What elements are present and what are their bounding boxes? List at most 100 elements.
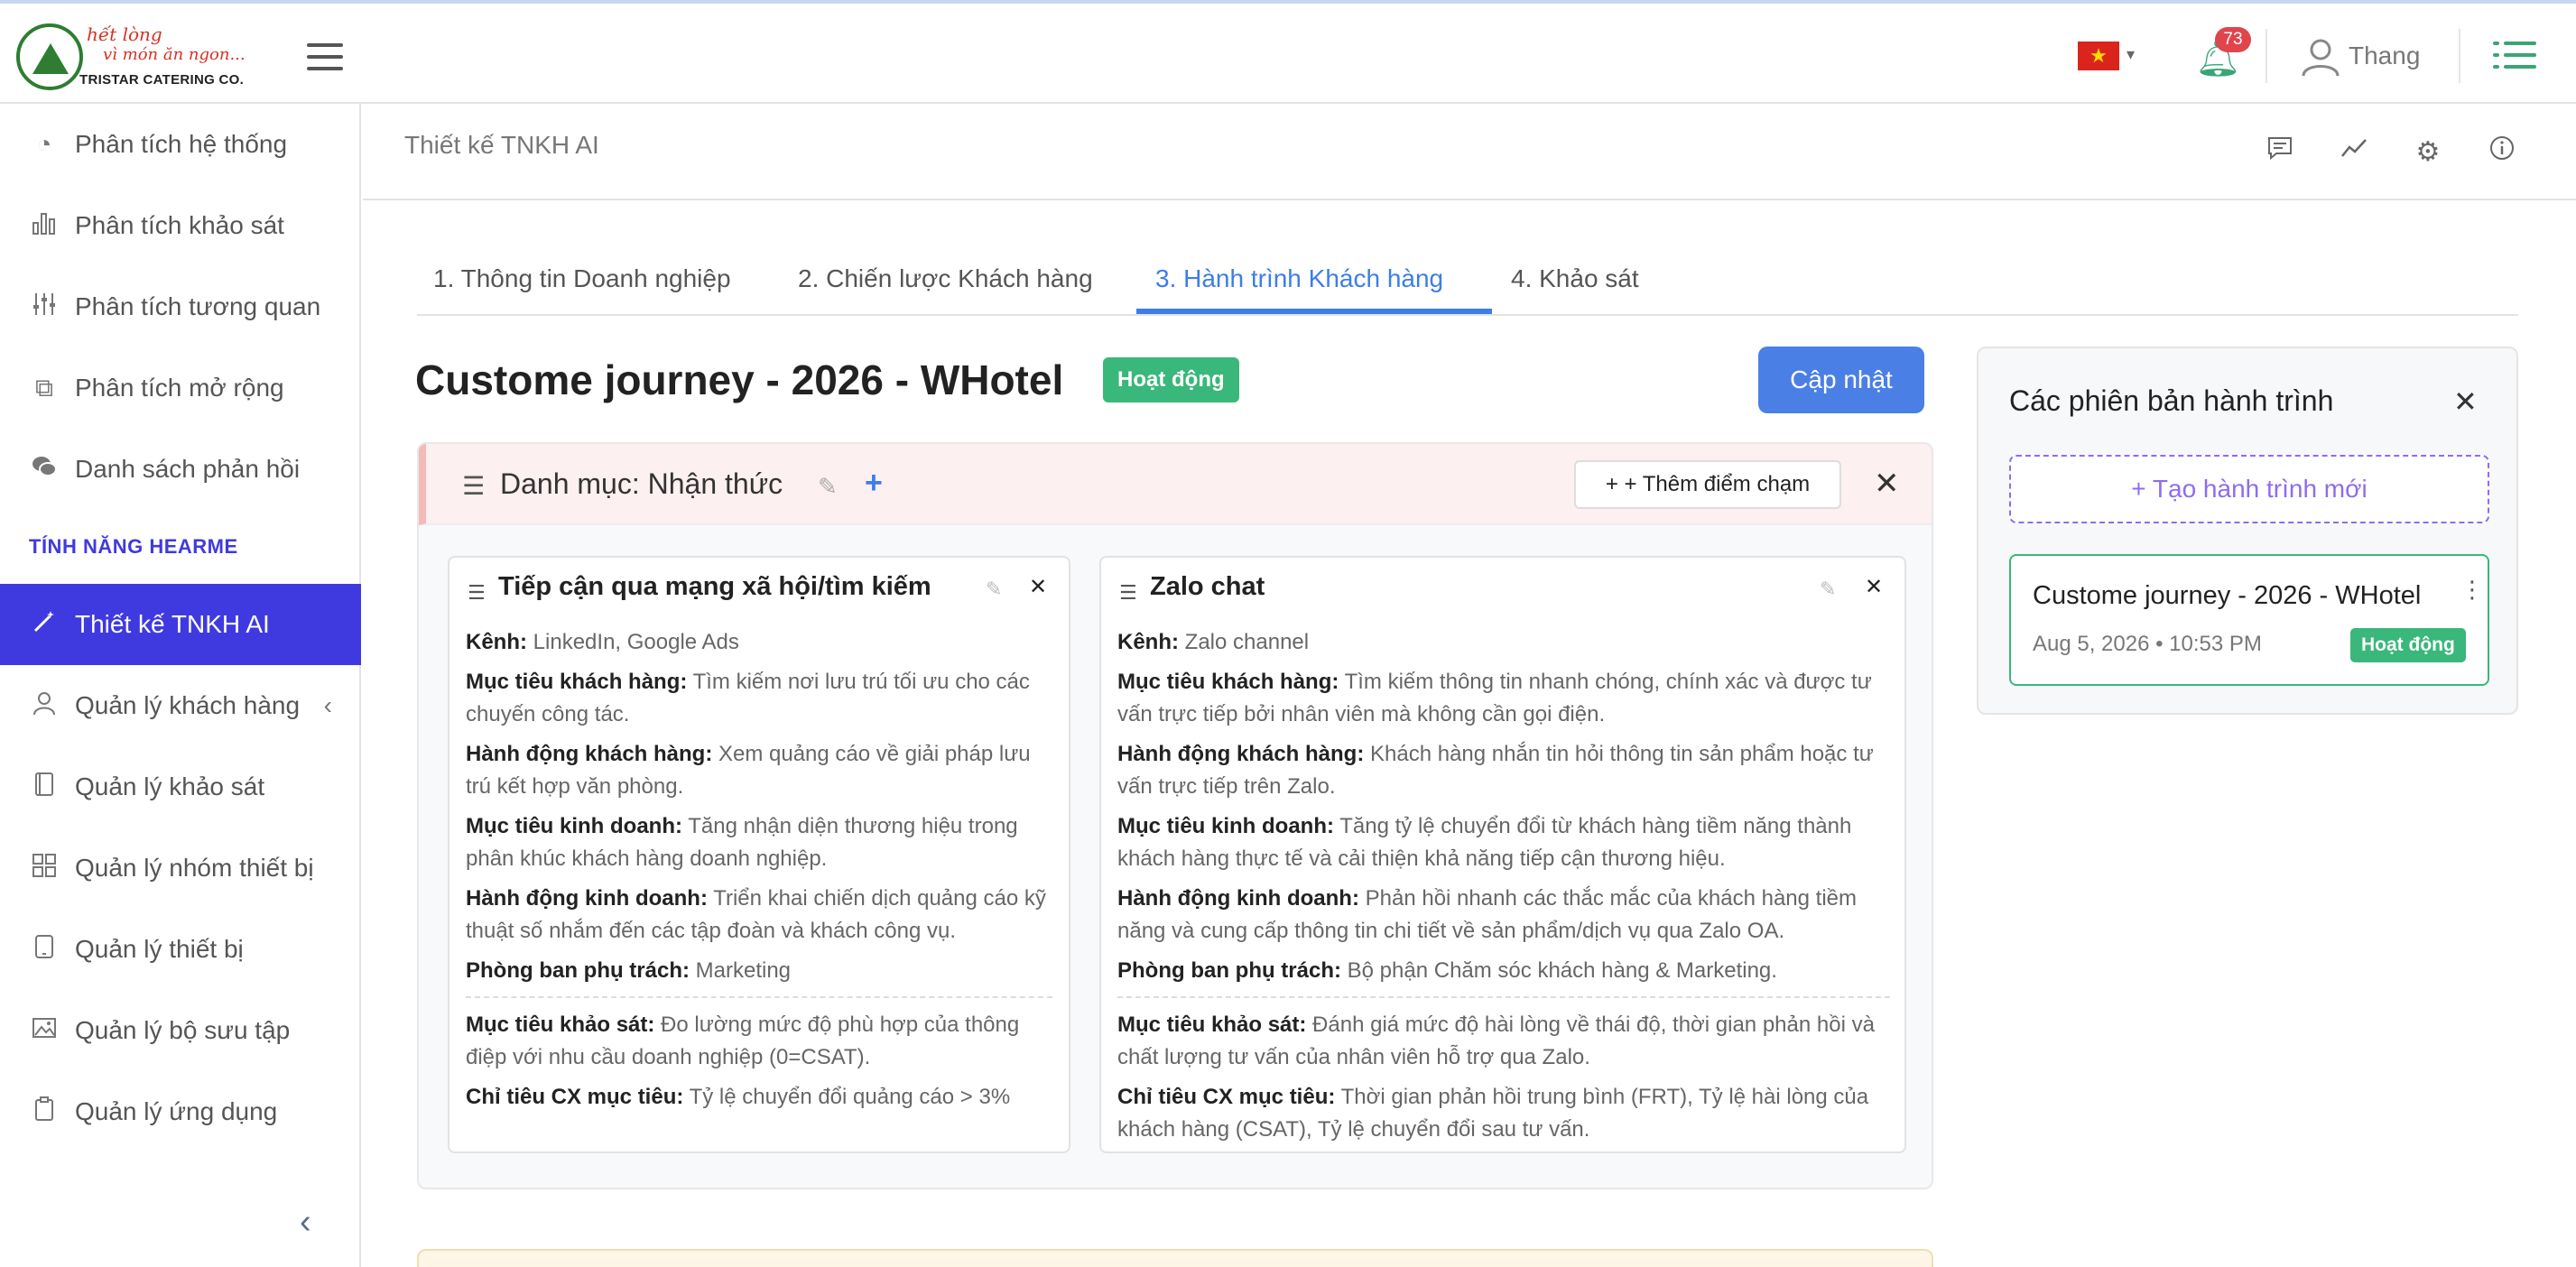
topbar-divider <box>2459 29 2460 83</box>
sidebar-item-label: Quản lý khảo sát <box>75 772 265 800</box>
detail-key: Chỉ tiêu CX mục tiêu: <box>1117 1085 1336 1109</box>
sidebar-item-label: Phân tích mở rộng <box>75 374 284 402</box>
close-icon[interactable]: ✕ <box>1029 574 1047 600</box>
touchpoint-details: Kênh: Zalo channel Mục tiêu khách hàng: … <box>1117 626 1890 1153</box>
sidebar-item-device-groups[interactable]: Quản lý nhóm thiết bị <box>0 828 361 909</box>
sidebar-item-devices[interactable]: Quản lý thiết bị <box>0 909 361 990</box>
app-root: hết lòng vì món ăn ngon... TRISTAR CATER… <box>0 0 2576 1267</box>
drag-handle-icon[interactable]: ☰ <box>468 581 486 605</box>
drag-handle-icon[interactable]: ☰ <box>462 471 485 501</box>
puzzle-icon: ⧉ <box>35 373 53 402</box>
detail-key: Hành động kinh doanh: <box>466 886 708 911</box>
user-name[interactable]: Thang <box>2349 42 2420 70</box>
tab-survey[interactable]: 4. Khảo sát <box>1511 242 1639 316</box>
sidebar-item-applications[interactable]: Quản lý ứng dụng <box>0 1071 361 1152</box>
journey-tabs: 1. Thông tin Doanh nghiệp 2. Chiến lược … <box>417 242 2518 316</box>
close-versions-icon[interactable]: ✕ <box>2453 384 2478 419</box>
detail-row: Mục tiêu khách hàng: Tìm kiếm nơi lưu tr… <box>466 666 1052 731</box>
version-date: Aug 5, 2026 • 10:53 PM <box>2033 632 2262 656</box>
detail-key: Chỉ tiêu CX mục tiêu: <box>466 1085 684 1109</box>
touchpoint-card: ☰ Tiếp cận qua mạng xã hội/tìm kiếm ✎ ✕ … <box>448 556 1070 1153</box>
update-button[interactable]: Cập nhật <box>1758 347 1924 413</box>
sidebar-item-feedback-list[interactable]: Danh sách phản hồi <box>0 429 361 510</box>
tab-customer-strategy[interactable]: 2. Chiến lược Khách hàng <box>798 242 1093 316</box>
sidebar-item-journey-design[interactable]: Thiết kế TNKH AI <box>0 584 361 665</box>
sliders-icon <box>29 291 60 323</box>
sidebar-item-label: Quản lý nhóm thiết bị <box>75 854 314 882</box>
journey-title: Custome journey - 2026 - WHotel <box>415 356 1064 403</box>
detail-key: Mục tiêu kinh doanh: <box>466 814 682 838</box>
notebook-icon <box>29 772 60 803</box>
detail-row: Hành động kinh doanh: Phản hồi nhanh các… <box>1117 883 1890 948</box>
detail-value: Bộ phận Chăm sóc khách hàng & Marketing. <box>1347 958 1777 983</box>
info-icon[interactable] <box>2484 134 2520 171</box>
language-caret-icon[interactable]: ▾ <box>2127 45 2135 64</box>
detail-key: Hành động khách hàng: <box>1117 742 1365 766</box>
add-plus-icon[interactable]: + <box>865 466 883 501</box>
sidebar-item-label: Danh sách phản hồi <box>75 455 301 483</box>
sidebar-item-collections[interactable]: Quản lý bộ sưu tập <box>0 990 361 1071</box>
tab-business-info[interactable]: 1. Thông tin Doanh nghiệp <box>433 242 731 316</box>
close-category-icon[interactable]: ✕ <box>1874 466 1900 502</box>
versions-title: Các phiên bản hành trình <box>2009 384 2334 417</box>
version-item[interactable]: Custome journey - 2026 - WHotel ⋮ Aug 5,… <box>2009 554 2489 686</box>
detail-key: Hành động khách hàng: <box>466 742 713 766</box>
category-title: Danh mục: Nhận thức <box>500 467 783 500</box>
status-badge: Hoạt động <box>1103 357 1239 402</box>
close-icon[interactable]: ✕ <box>1865 574 1883 600</box>
gauge-icon: ◔ <box>36 130 52 158</box>
vietnam-flag-icon[interactable]: ★ <box>2078 42 2119 70</box>
sidebar-collapse-icon[interactable]: ‹ <box>300 1203 311 1242</box>
drag-handle-icon[interactable]: ☰ <box>1119 581 1137 605</box>
create-journey-button[interactable]: + Tạo hành trình mới <box>2009 455 2489 523</box>
sidebar-item-system-analytics[interactable]: ◔ Phân tích hệ thống <box>0 104 361 185</box>
sidebar-item-label: Phân tích tương quan <box>75 292 321 320</box>
edit-pencil-icon[interactable]: ✎ <box>986 578 1002 601</box>
add-touchpoint-button[interactable]: + + Thêm điểm chạm <box>1574 460 1841 509</box>
settings-gear-icon[interactable]: ⚙︎ <box>2410 134 2446 171</box>
page-title: Thiết kế TNKH AI <box>404 131 599 159</box>
comment-icon[interactable] <box>2262 134 2298 171</box>
detail-key: Kênh: <box>1117 630 1179 654</box>
touchpoint-details: Kênh: LinkedIn, Google Ads Mục tiêu khác… <box>466 626 1052 1121</box>
detail-row: Kênh: Zalo channel <box>1117 626 1890 659</box>
list-icon[interactable] <box>2493 40 2536 70</box>
detail-key: Phòng ban phụ trách: <box>1117 958 1341 983</box>
menu-toggle-icon[interactable] <box>307 43 343 70</box>
sidebar-item-label: Quản lý khách hàng <box>75 691 301 719</box>
detail-row: Hành động kinh doanh: Triển khai chiến d… <box>466 883 1052 948</box>
image-icon <box>29 1015 60 1047</box>
sidebar-item-customers[interactable]: Quản lý khách hàng ‹ <box>0 665 361 746</box>
logo-tagline-2: vì món ăn ngon... <box>103 45 246 64</box>
sidebar-item-label: Phân tích hệ thống <box>75 130 288 158</box>
status-badge: Hoạt động <box>2350 628 2466 662</box>
sidebar-item-surveys[interactable]: Quản lý khảo sát <box>0 746 361 828</box>
edit-pencil-icon[interactable]: ✎ <box>818 473 838 501</box>
detail-key: Mục tiêu khách hàng: <box>1117 670 1339 694</box>
detail-key: Mục tiêu khảo sát: <box>1117 1013 1307 1037</box>
more-vertical-icon[interactable]: ⋮ <box>2460 576 2484 604</box>
brand-logo[interactable]: hết lòng vì món ăn ngon... TRISTAR CATER… <box>16 20 269 94</box>
trend-line-icon[interactable] <box>2336 134 2372 171</box>
sidebar-item-label: Quản lý bộ sưu tập <box>75 1016 291 1044</box>
tab-customer-journey[interactable]: 3. Hành trình Khách hàng <box>1155 242 1443 316</box>
user-icon <box>29 690 60 722</box>
user-avatar-icon[interactable] <box>2300 36 2341 78</box>
sidebar-item-correlation-analytics[interactable]: Phân tích tương quan <box>0 266 361 347</box>
detail-row: Mục tiêu kinh doanh: Tăng tỷ lệ chuyển đ… <box>1117 810 1890 875</box>
magic-wand-icon <box>29 609 60 641</box>
detail-value: Zalo channel <box>1184 630 1310 654</box>
sidebar-item-label: Phân tích khảo sát <box>75 211 284 239</box>
edit-pencil-icon[interactable]: ✎ <box>1820 578 1836 601</box>
detail-key: Mục tiêu khảo sát: <box>466 1013 655 1037</box>
sidebar-item-extended-analytics[interactable]: ⧉ Phân tích mở rộng <box>0 347 361 429</box>
detail-value: Tỷ lệ chuyển đổi quảng cáo > 3% <box>689 1085 1011 1109</box>
topbar-divider <box>2266 29 2267 83</box>
version-name: Custome journey - 2026 - WHotel <box>2033 581 2422 610</box>
category-header: ☰ Danh mục: Nhận thức ✎ + + + Thêm điểm … <box>419 444 1932 525</box>
sidebar-item-survey-analytics[interactable]: Phân tích khảo sát <box>0 185 361 266</box>
touchpoint-title: Zalo chat <box>1150 572 1265 601</box>
detail-key: Mục tiêu kinh doanh: <box>1117 814 1334 838</box>
touchpoint-title: Tiếp cận qua mạng xã hội/tìm kiếm <box>498 572 931 601</box>
detail-row: Chỉ tiêu CX mục tiêu: Thời gian phản hồi… <box>1117 1081 1890 1146</box>
